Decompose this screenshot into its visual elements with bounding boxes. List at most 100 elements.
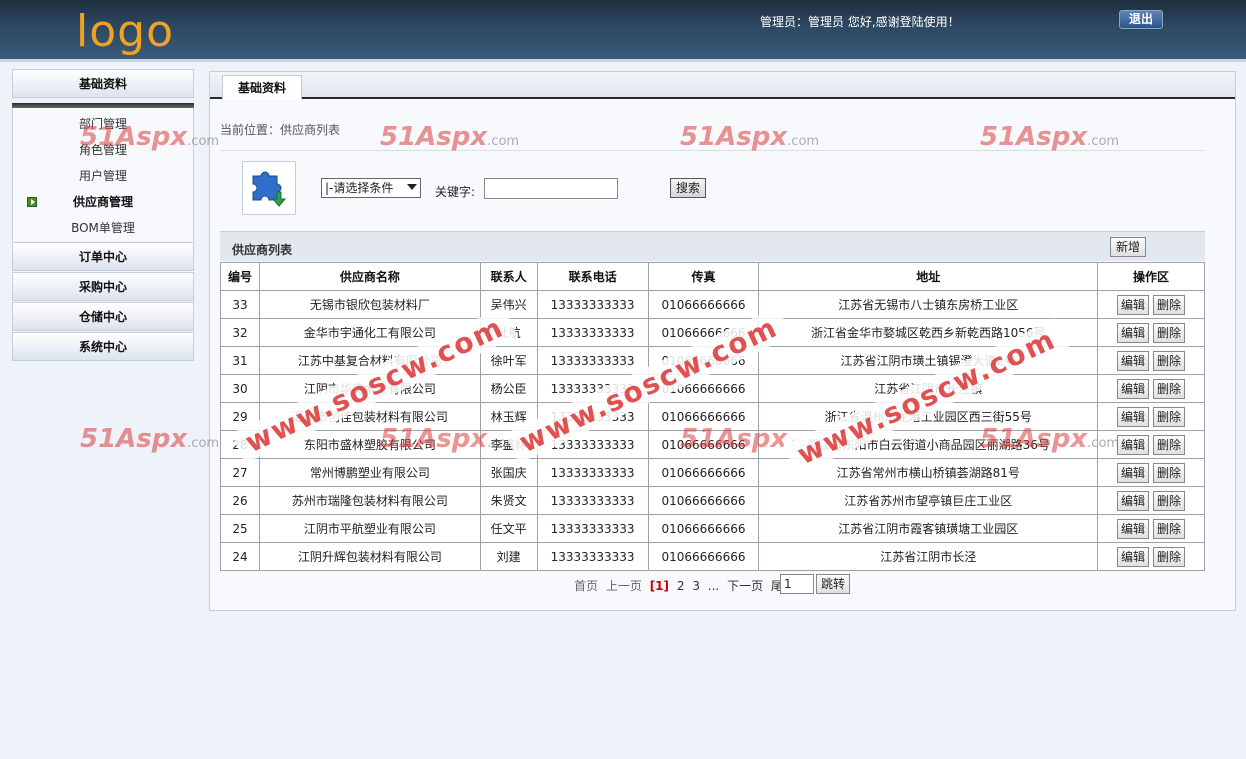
cell-address: 江苏省无锡市八士镇东房桥工业区 bbox=[758, 290, 1099, 319]
cell-fax: 01066666666 bbox=[647, 374, 760, 403]
edit-button[interactable]: 编辑 bbox=[1117, 378, 1150, 399]
cell-actions: 编辑 删除 bbox=[1097, 402, 1205, 431]
table-row: 32 金华市宇通化工有限公司 杜航 13333333333 01066666666 浙江省… bbox=[220, 318, 1205, 347]
cell-contact: 朱贤文 bbox=[479, 486, 538, 515]
list-title: 供应商列表 bbox=[232, 243, 293, 257]
edit-button[interactable]: 编辑 bbox=[1117, 462, 1150, 483]
search-button[interactable]: 搜索 bbox=[670, 178, 706, 198]
cell-id: 26 bbox=[220, 486, 260, 515]
cell-fax: 01066666666 bbox=[647, 542, 760, 571]
sidebar-item-user[interactable]: 用户管理 bbox=[13, 163, 193, 189]
pager-ellipsis: ... bbox=[707, 579, 720, 593]
cell-contact: 杨公臣 bbox=[479, 374, 538, 403]
sidebar-item-bom[interactable]: BOM单管理 bbox=[13, 215, 193, 241]
puzzle-icon bbox=[242, 161, 296, 215]
cell-id: 29 bbox=[220, 402, 260, 431]
cell-contact: 杜航 bbox=[479, 318, 538, 347]
add-button[interactable]: 新增 bbox=[1110, 237, 1146, 257]
cell-actions: 编辑 删除 bbox=[1097, 430, 1205, 459]
tab-bar: 基础资料 bbox=[210, 72, 1235, 100]
cell-contact: 任文平 bbox=[479, 514, 538, 543]
pager-next[interactable]: 下一页 bbox=[727, 579, 763, 593]
edit-button[interactable]: 编辑 bbox=[1117, 294, 1150, 315]
cell-phone: 13333333333 bbox=[536, 346, 649, 375]
tab-base-data[interactable]: 基础资料 bbox=[222, 75, 302, 100]
sidebar-item-label: 用户管理 bbox=[78, 169, 127, 183]
cell-supplier-name: 温州市创佳包装材料有限公司 bbox=[258, 402, 481, 431]
sidebar-group-base[interactable]: 基础资料 bbox=[12, 69, 194, 98]
cell-supplier-name: 无锡市银欣包装材料厂 bbox=[258, 290, 481, 319]
sidebar-item-label: 角色管理 bbox=[78, 143, 127, 157]
sidebar-item-department[interactable]: 部门管理 bbox=[13, 111, 193, 137]
cell-id: 27 bbox=[220, 458, 260, 487]
cell-supplier-name: 苏州市瑞隆包装材料有限公司 bbox=[258, 486, 481, 515]
sidebar-group-purchase[interactable]: 采购中心 bbox=[12, 272, 194, 301]
cell-fax: 01066666666 bbox=[647, 318, 760, 347]
delete-button[interactable]: 删除 bbox=[1153, 518, 1186, 539]
delete-button[interactable]: 删除 bbox=[1153, 350, 1186, 371]
delete-button[interactable]: 删除 bbox=[1153, 462, 1186, 483]
sidebar-group-system[interactable]: 系统中心 bbox=[12, 332, 194, 361]
cell-contact: 张国庆 bbox=[479, 458, 538, 487]
col-address: 地址 bbox=[758, 262, 1099, 291]
welcome-text: 管理员：管理员 您好,感谢登陆使用！ bbox=[760, 15, 960, 29]
pager-first[interactable]: 首页 bbox=[574, 579, 598, 593]
cell-actions: 编辑 删除 bbox=[1097, 346, 1205, 375]
sidebar: 基础资料 部门管理 角色管理 用户管理 供应商管理 BOM单管理 订单中心 采购… bbox=[12, 69, 194, 361]
pager-page-3[interactable]: 3 bbox=[692, 579, 700, 593]
cell-phone: 13333333333 bbox=[536, 318, 649, 347]
sidebar-group-warehouse[interactable]: 仓储中心 bbox=[12, 302, 194, 331]
sidebar-item-label: 部门管理 bbox=[78, 117, 127, 131]
cell-address: 江苏省江阴市璜土镇锡澄大道2号 bbox=[758, 346, 1099, 375]
cell-contact: 李盛林 bbox=[479, 430, 538, 459]
delete-button[interactable]: 删除 bbox=[1153, 322, 1186, 343]
table-row: 30 江阴市华奥木业有限公司 杨公臣 13333333333 01066666666 江苏… bbox=[220, 374, 1205, 403]
cell-fax: 01066666666 bbox=[647, 486, 760, 515]
sidebar-group-order[interactable]: 订单中心 bbox=[12, 242, 194, 271]
chevron-down-icon bbox=[407, 184, 417, 190]
delete-button[interactable]: 删除 bbox=[1153, 294, 1186, 315]
table-row: 24 江阴升辉包装材料有限公司 刘建 13333333333 01066666666 江苏… bbox=[220, 542, 1205, 571]
watermark-text: 51Aspx bbox=[80, 424, 188, 454]
cell-supplier-name: 江阴升辉包装材料有限公司 bbox=[258, 542, 481, 571]
sidebar-item-role[interactable]: 角色管理 bbox=[13, 137, 193, 163]
sidebar-item-label: BOM单管理 bbox=[71, 221, 135, 235]
edit-button[interactable]: 编辑 bbox=[1117, 490, 1150, 511]
logout-button[interactable]: 退出 bbox=[1119, 10, 1163, 29]
cell-id: 32 bbox=[220, 318, 260, 347]
sidebar-item-supplier[interactable]: 供应商管理 bbox=[13, 189, 193, 215]
cell-supplier-name: 金华市宇通化工有限公司 bbox=[258, 318, 481, 347]
cell-supplier-name: 江阴市平航塑业有限公司 bbox=[258, 514, 481, 543]
condition-select-value: |-请选择条件 bbox=[325, 181, 394, 195]
cell-actions: 编辑 删除 bbox=[1097, 318, 1205, 347]
cell-actions: 编辑 删除 bbox=[1097, 542, 1205, 571]
edit-button[interactable]: 编辑 bbox=[1117, 546, 1150, 567]
delete-button[interactable]: 删除 bbox=[1153, 490, 1186, 511]
edit-button[interactable]: 编辑 bbox=[1117, 434, 1150, 455]
edit-button[interactable]: 编辑 bbox=[1117, 406, 1150, 427]
cell-fax: 01066666666 bbox=[647, 346, 760, 375]
pager-prev[interactable]: 上一页 bbox=[606, 579, 642, 593]
cell-address: 浙江省东阳市白云街道小商品园区丽湖路36号 bbox=[758, 430, 1099, 459]
edit-button[interactable]: 编辑 bbox=[1117, 350, 1150, 371]
edit-button[interactable]: 编辑 bbox=[1117, 322, 1150, 343]
col-id: 编号 bbox=[220, 262, 260, 291]
cell-supplier-name: 东阳市盛林塑胶有限公司 bbox=[258, 430, 481, 459]
delete-button[interactable]: 删除 bbox=[1153, 378, 1186, 399]
cell-contact: 吴伟兴 bbox=[479, 290, 538, 319]
cell-actions: 编辑 删除 bbox=[1097, 514, 1205, 543]
table-row: 31 江苏中基复合材料有限公司 徐叶军 13333333333 01066666666 江… bbox=[220, 346, 1205, 375]
delete-button[interactable]: 删除 bbox=[1153, 434, 1186, 455]
delete-button[interactable]: 删除 bbox=[1153, 546, 1186, 567]
jump-button[interactable]: 跳转 bbox=[816, 574, 850, 594]
keyword-input[interactable] bbox=[484, 178, 618, 199]
delete-button[interactable]: 删除 bbox=[1153, 406, 1186, 427]
cell-address: 江苏省江阴市长泾镇 bbox=[758, 374, 1099, 403]
edit-button[interactable]: 编辑 bbox=[1117, 518, 1150, 539]
col-actions: 操作区 bbox=[1097, 262, 1205, 291]
page-number-input[interactable]: 1 bbox=[780, 574, 814, 594]
condition-select[interactable]: |-请选择条件 bbox=[321, 178, 421, 198]
table-row: 29 温州市创佳包装材料有限公司 林玉辉 13333333333 01066666666… bbox=[220, 402, 1205, 431]
pager-page-2[interactable]: 2 bbox=[677, 579, 685, 593]
logo: logo bbox=[76, 6, 174, 57]
